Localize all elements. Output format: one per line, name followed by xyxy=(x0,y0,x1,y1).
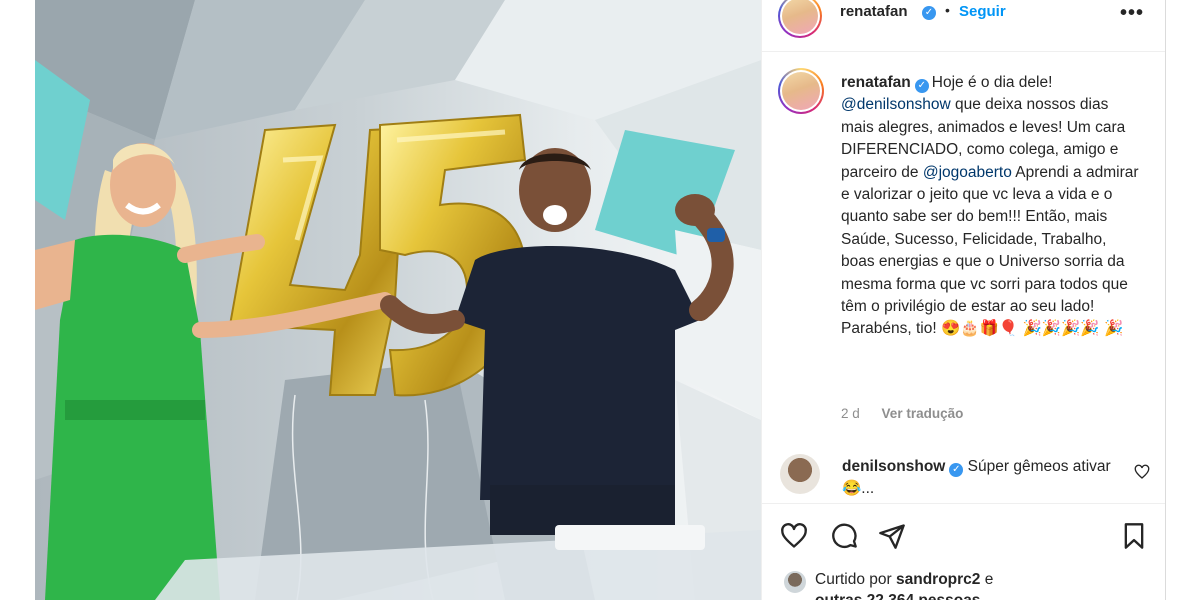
see-translation-link[interactable]: Ver tradução xyxy=(882,406,964,421)
bookmark-icon[interactable] xyxy=(1120,522,1148,550)
caption-segment: Hoje é o dia dele! xyxy=(931,74,1053,91)
verified-badge-icon: ✓ xyxy=(914,79,929,93)
author-username[interactable]: renatafan xyxy=(840,3,908,20)
comment-item: denilsonshow ✓ Súper gêmeos ativar 😂... xyxy=(762,452,1166,502)
caption-meta: 2 d Ver tradução xyxy=(841,406,963,421)
caption-author-avatar[interactable] xyxy=(778,68,824,114)
comment-icon[interactable] xyxy=(830,522,858,550)
caption-text: renatafan ✓ Hoje é o dia dele! @denilsonsh… xyxy=(841,72,1141,341)
likes-summary: Curtido por sandroprc2 e outras 22.364 p… xyxy=(762,563,1166,600)
comment-like-heart-icon[interactable] xyxy=(1134,464,1150,480)
post-photo[interactable] xyxy=(35,0,761,600)
mention-link[interactable]: @denilsonshow xyxy=(841,96,951,113)
liker-avatar[interactable] xyxy=(784,571,806,593)
commenter-avatar[interactable] xyxy=(780,454,820,494)
share-icon[interactable] xyxy=(878,522,906,550)
liked-by-suffix: e xyxy=(984,571,994,588)
verified-badge-icon: ✓ xyxy=(949,463,964,477)
mention-link[interactable]: @jogoaberto xyxy=(923,164,1012,181)
post-actions-bar xyxy=(762,503,1166,563)
post-age: 2 d xyxy=(841,406,860,421)
post-image-illustration xyxy=(35,0,761,600)
follow-button[interactable]: Seguir xyxy=(959,3,1006,20)
more-options-icon[interactable]: ••• xyxy=(1120,2,1144,25)
caption-section: renatafan ✓ Hoje é o dia dele! @denilsonsh… xyxy=(762,52,1166,452)
header-separator: • xyxy=(945,2,950,18)
heart-icon[interactable] xyxy=(780,522,808,550)
liked-by-text: Curtido por sandroprc2 e xyxy=(815,571,993,589)
verified-badge-icon: ✓ xyxy=(922,6,936,20)
commenter-username[interactable]: denilsonshow xyxy=(842,458,945,475)
caption-segment: Aprendi a admirar e valorizar o jeito qu… xyxy=(841,163,1139,338)
page-background-left xyxy=(0,0,35,600)
comment-text: denilsonshow ✓ Súper gêmeos ativar 😂... xyxy=(842,456,1132,500)
post-side-panel: renatafan ✓ • Seguir ••• renatafan ✓ Hoje … xyxy=(761,0,1166,600)
caption-author-username[interactable]: renatafan xyxy=(841,74,911,91)
page-background-right xyxy=(1165,0,1200,600)
author-avatar[interactable] xyxy=(778,0,822,38)
liked-by-prefix: Curtido por xyxy=(815,571,892,588)
likes-count-link[interactable]: outras 22.364 pessoas xyxy=(815,592,980,600)
liker-username[interactable]: sandroprc2 xyxy=(896,571,980,588)
post-header: renatafan ✓ • Seguir ••• xyxy=(762,0,1166,52)
